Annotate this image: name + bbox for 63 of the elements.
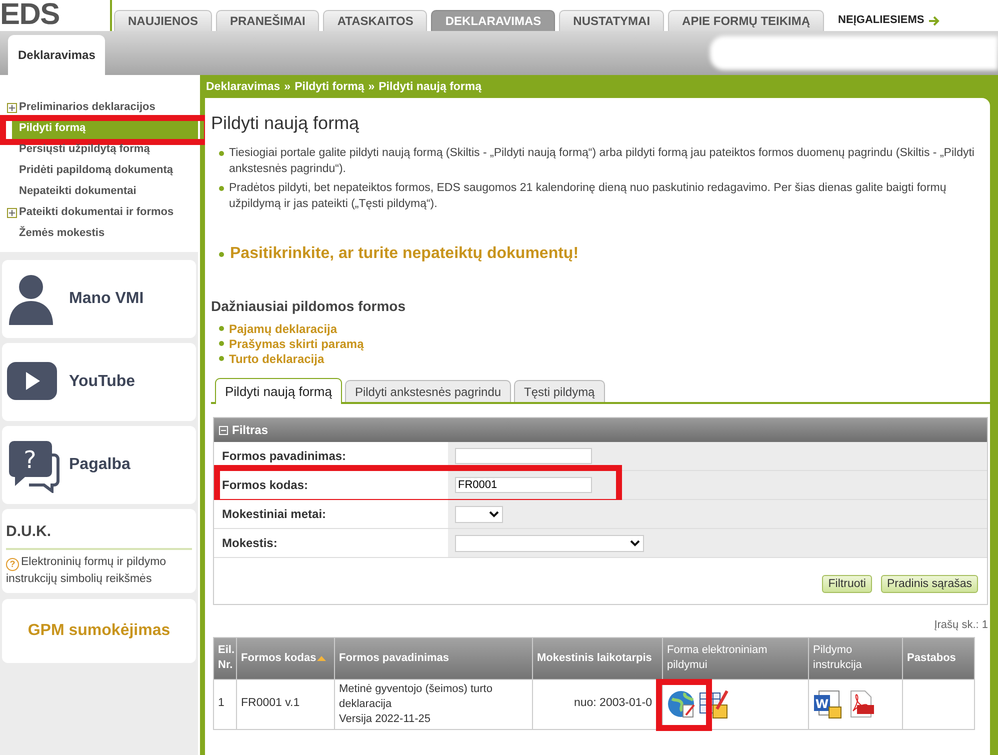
page-title: Pildyti naują formą <box>211 112 360 135</box>
form-name: Metinė gyventojo (šeimos) turto deklaracija <box>339 682 494 712</box>
question-mark-icon: ? <box>6 558 19 570</box>
sort-ascending-icon <box>317 656 326 660</box>
bullet-icon <box>219 326 224 331</box>
sidebar-card[interactable]: ? Pagalba <box>2 426 196 504</box>
spreadsheet-with-pencil-icon[interactable] <box>699 689 729 719</box>
column-header[interactable]: Pastabos <box>902 637 974 679</box>
column-header[interactable]: Formos pavadinimas <box>334 637 532 679</box>
tab[interactable]: Pildyti naują formą <box>215 378 342 404</box>
filter-button[interactable]: Filtruoti <box>822 574 872 592</box>
record-count: Įrašų sk.: 1 <box>934 618 988 633</box>
sidebar-item[interactable]: Pridėti papildomą dokumentą <box>0 160 198 181</box>
logo: EDS <box>0 0 60 30</box>
column-header[interactable]: Pildymo instrukcija <box>808 637 902 679</box>
filter-header[interactable]: Filtras <box>214 418 987 442</box>
highlight-frame <box>656 679 712 731</box>
accessibility-link[interactable]: NEĮGALIESIEMS <box>838 12 924 29</box>
column-header[interactable]: Eil. Nr. <box>214 637 236 679</box>
tab[interactable]: Tęsti pildymą <box>514 380 605 402</box>
expand-plus-icon <box>7 208 17 218</box>
nav-tab[interactable]: PRANEŠIMAI <box>216 10 320 31</box>
breadcrumb-separator: » <box>368 80 375 96</box>
nav-tab[interactable]: NAUJIENOS <box>114 10 212 31</box>
sidebar-item[interactable]: Persiųsti užpildytą formą <box>0 139 198 160</box>
collapse-minus-icon <box>219 426 228 434</box>
bullet-icon <box>219 151 224 156</box>
sidebar-item[interactable]: Nepateikti dokumentai <box>0 181 198 202</box>
sidebar-item[interactable]: Žemės mokestis <box>0 223 198 244</box>
bullet-icon <box>219 252 224 256</box>
dropdown[interactable] <box>455 506 503 522</box>
bullet-icon <box>219 186 224 191</box>
sidebar-item[interactable]: Pateikti dokumentai ir formos <box>0 202 198 223</box>
text-field[interactable] <box>455 448 592 464</box>
info-text: Tiesiogiai portale galite pildyti naują formą (Skiltis - „Pildyti naują formą“) arba pildyti formą jau pateiktos formos duomenų pagrindu (Skiltis - „Pildyti ankstesnės pagrindu“). <box>229 146 976 177</box>
subnav-tab[interactable]: Deklaravimas <box>8 35 106 75</box>
section-title: Dažniausiai pildomos formos <box>211 297 406 316</box>
chevron-down-icon <box>489 510 499 518</box>
column-header[interactable]: Formos kodas <box>236 637 334 679</box>
form-version: Versija 2022-11-25 <box>339 712 432 726</box>
bullet-icon <box>219 341 224 346</box>
text-field[interactable]: FR0001 <box>455 477 592 493</box>
table-cell: 1 <box>214 679 236 729</box>
globe-with-pen-icon[interactable] <box>667 689 697 719</box>
sidebar-card[interactable]: YouTube <box>2 343 196 421</box>
faq-link[interactable]: ? Elektroninių formų ir pildymo instrukcijų simbolių reikšmės <box>6 554 192 586</box>
filter-button[interactable]: Pradinis sąrašas <box>880 574 978 592</box>
nav-tab[interactable]: APIE FORMŲ TEIKIMĄ <box>668 10 824 31</box>
sidebar-item[interactable]: Preliminarios deklaracijos <box>0 97 198 118</box>
tab[interactable]: Pildyti ankstesnės pagrindu <box>344 380 512 402</box>
expand-plus-icon <box>7 102 17 112</box>
table-cell: FR0001 v.1 <box>236 679 334 729</box>
bullet-icon <box>219 356 224 361</box>
info-text: Pradėtos pildyti, bet nepateiktos formos, EDS saugomos 21 kalendorinę dieną nuo paskutinio redagavimo. Per šias dienas galite baigti formų užpildymą ir jas pateikti („Tęsti pildymą“). <box>229 181 948 212</box>
chevron-down-icon <box>630 540 640 546</box>
sidebar-card[interactable]: Mano VMI <box>2 260 196 338</box>
breadcrumb-separator: » <box>284 80 291 96</box>
column-header[interactable]: Mokestinis laikotarpis <box>532 637 662 679</box>
nav-tab[interactable]: ATASKAITOS <box>323 10 428 31</box>
faq-title: D.U.K. <box>6 521 192 550</box>
arrow-right-icon <box>928 16 940 26</box>
nav-tab[interactable]: NUSTATYMAI <box>559 10 664 31</box>
column-header[interactable]: Forma elektroniniam pildymui <box>662 637 808 679</box>
